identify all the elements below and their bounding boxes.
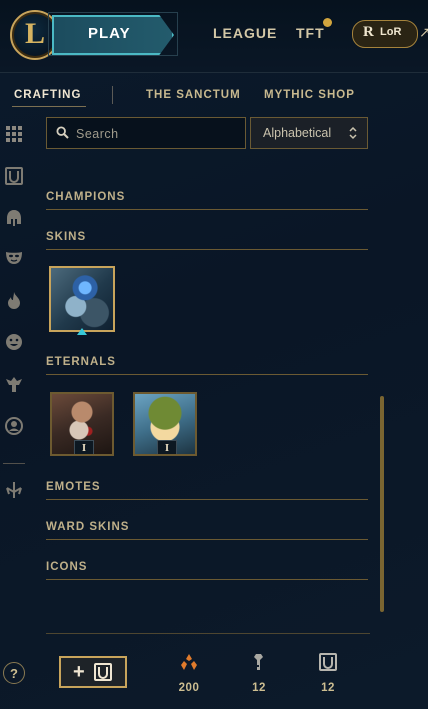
notification-dot: [323, 18, 332, 27]
active-tab-underline: [12, 106, 86, 107]
key-fragment-value: 12: [252, 682, 266, 694]
chest-counter: 12: [308, 652, 348, 694]
chevron-updown-icon: [349, 126, 357, 140]
help-button[interactable]: ?: [3, 662, 25, 684]
section-divider: [46, 374, 368, 375]
eternal-tile[interactable]: I: [133, 392, 197, 456]
mask-icon[interactable]: [4, 248, 24, 268]
selected-indicator: [77, 328, 87, 335]
section-title-icons[interactable]: ICONS: [46, 561, 87, 573]
nav-tft[interactable]: TFT: [296, 25, 325, 41]
play-button-label: PLAY: [88, 25, 131, 42]
external-link-icon[interactable]: ↗: [419, 24, 428, 41]
sort-selected-value: Alphabetical: [263, 126, 332, 140]
help-icon: ?: [10, 666, 18, 681]
chest-icon: [319, 653, 337, 671]
emote-icon[interactable]: [4, 332, 24, 352]
chest-icon[interactable]: [4, 166, 24, 186]
nav-league[interactable]: LEAGUE: [213, 25, 277, 41]
scrollbar-thumb[interactable]: [380, 396, 384, 612]
section-divider: [46, 579, 368, 580]
chest-icon: [94, 663, 112, 681]
play-button[interactable]: PLAY: [52, 15, 174, 55]
lor-logo-letter: R: [363, 24, 374, 40]
section-divider: [46, 499, 368, 500]
skin-tile[interactable]: [49, 266, 115, 332]
skin-artwork: [51, 268, 113, 330]
section-title-emotes[interactable]: EMOTES: [46, 481, 101, 493]
eternal-tile[interactable]: I: [50, 392, 114, 456]
key-fragment-icon: [254, 654, 263, 670]
chest-count-value: 12: [321, 682, 335, 694]
sub-navigation: CRAFTING THE SANCTUM MYTHIC SHOP: [0, 84, 428, 108]
section-title-ward-skins[interactable]: WARD SKINS: [46, 521, 129, 533]
section-title-skins[interactable]: SKINS: [46, 231, 86, 243]
tab-divider: [112, 86, 113, 104]
section-divider: [46, 249, 368, 250]
helmet-icon[interactable]: [4, 208, 24, 228]
section-title-champions[interactable]: CHAMPIONS: [46, 191, 125, 203]
search-input[interactable]: [74, 123, 238, 145]
eternal-series-badge: I: [157, 440, 177, 454]
top-navigation-bar: L PLAY LEAGUE TFT R LoR ↗: [0, 0, 428, 73]
ward-icon[interactable]: [4, 374, 24, 394]
orange-essence-value: 200: [178, 682, 200, 694]
eternal-series-badge: I: [74, 440, 94, 454]
section-title-eternals[interactable]: ETERNALS: [46, 356, 116, 368]
section-divider: [46, 539, 368, 540]
lor-button[interactable]: R LoR: [352, 20, 418, 48]
plus-icon: +: [73, 661, 85, 683]
lor-label: LoR: [380, 26, 402, 38]
key-fragment-counter: 12: [239, 652, 279, 694]
sort-dropdown[interactable]: Alphabetical: [250, 117, 368, 149]
flame-icon[interactable]: [4, 290, 24, 310]
tab-crafting[interactable]: CRAFTING: [14, 89, 81, 101]
search-box[interactable]: [46, 117, 246, 149]
sidebar-divider: [3, 463, 25, 464]
orange-essence-icon: [181, 654, 197, 670]
search-icon: [56, 126, 69, 139]
add-chest-button[interactable]: +: [59, 656, 127, 688]
orange-essence-counter: 200: [169, 652, 209, 694]
tab-the-sanctum[interactable]: THE SANCTUM: [146, 89, 241, 101]
grid-icon[interactable]: [4, 124, 24, 144]
tab-mythic-shop[interactable]: MYTHIC SHOP: [264, 89, 355, 101]
hextech-icon[interactable]: [4, 480, 24, 500]
footer-divider: [46, 633, 370, 634]
section-divider: [46, 209, 368, 210]
profile-icon[interactable]: [4, 416, 24, 436]
